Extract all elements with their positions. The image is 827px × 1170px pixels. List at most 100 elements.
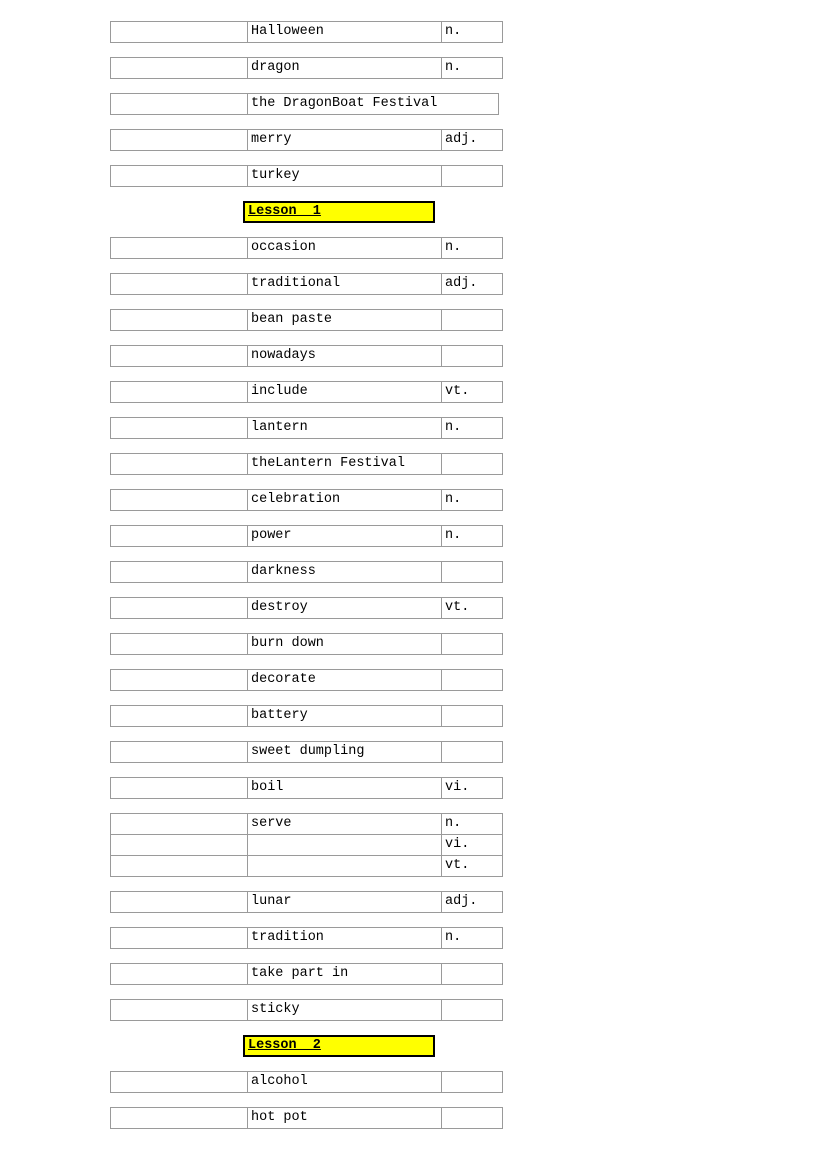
blank-cell[interactable] [110,561,248,583]
blank-cell[interactable] [110,57,248,79]
blank-cell[interactable] [110,237,248,259]
word-entry-serve: serve n. vi. vt. [110,813,503,877]
part-of-speech-cell: n. [441,927,503,949]
table-row: vt. [110,855,503,877]
word-entry-hot-pot: hot pot [110,1107,503,1129]
table-row: celebration n. [110,489,503,511]
word-cell: celebration [247,489,442,511]
part-of-speech-cell [441,309,503,331]
lesson-header-lesson-1: Lesson 1 [0,201,827,223]
word-cell: boil [247,777,442,799]
word-cell: decorate [247,669,442,691]
word-cell: burn down [247,633,442,655]
table-row: lantern n. [110,417,503,439]
table-row: lunar adj. [110,891,503,913]
table-row: Halloween n. [110,21,503,43]
table-row: alcohol [110,1071,503,1093]
word-cell: occasion [247,237,442,259]
blank-cell[interactable] [110,93,248,115]
part-of-speech-cell: vi. [441,834,503,856]
word-cell: sticky [247,999,442,1021]
word-cell: destroy [247,597,442,619]
part-of-speech-cell: vt. [441,855,503,877]
part-of-speech-cell [441,453,503,475]
blank-cell[interactable] [110,741,248,763]
part-of-speech-cell: n. [441,417,503,439]
word-entry-lantern: lantern n. [110,417,503,439]
word-cell: the DragonBoat Festival [247,93,499,115]
part-of-speech-cell: n. [441,21,503,43]
part-of-speech-cell: n. [441,489,503,511]
word-entry-celebration: celebration n. [110,489,503,511]
blank-cell[interactable] [110,345,248,367]
lesson-label: Lesson 1 [248,204,321,219]
table-row: the DragonBoat Festival [110,93,499,115]
word-cell: power [247,525,442,547]
word-entry-sticky: sticky [110,999,503,1021]
part-of-speech-cell [441,705,503,727]
table-row: sweet dumpling [110,741,503,763]
blank-cell[interactable] [110,129,248,151]
table-row: tradition n. [110,927,503,949]
word-entry-take-part-in: take part in [110,963,503,985]
blank-cell[interactable] [110,855,248,877]
blank-cell[interactable] [110,999,248,1021]
lesson-label: Lesson 2 [248,1038,321,1053]
blank-cell[interactable] [110,891,248,913]
word-cell: nowadays [247,345,442,367]
word-cell: Halloween [247,21,442,43]
part-of-speech-cell: adj. [441,273,503,295]
blank-cell[interactable] [110,777,248,799]
blank-cell[interactable] [110,927,248,949]
table-row: boil vi. [110,777,503,799]
part-of-speech-cell: adj. [441,891,503,913]
part-of-speech-cell: vt. [441,381,503,403]
blank-cell[interactable] [110,813,248,835]
blank-cell[interactable] [110,525,248,547]
blank-cell[interactable] [110,597,248,619]
table-row: burn down [110,633,503,655]
blank-cell[interactable] [110,834,248,856]
part-of-speech-cell [441,999,503,1021]
table-row: battery [110,705,503,727]
word-entry-dragonboat: the DragonBoat Festival [110,93,499,115]
blank-cell[interactable] [110,705,248,727]
blank-cell[interactable] [110,417,248,439]
blank-cell[interactable] [110,453,248,475]
table-row: destroy vt. [110,597,503,619]
blank-cell[interactable] [110,489,248,511]
blank-cell[interactable] [110,381,248,403]
table-row: serve n. [110,813,503,835]
table-row: hot pot [110,1107,503,1129]
word-cell: traditional [247,273,442,295]
blank-cell[interactable] [110,633,248,655]
blank-cell[interactable] [110,963,248,985]
word-entry-include: include vt. [110,381,503,403]
word-cell: bean paste [247,309,442,331]
blank-cell[interactable] [110,1107,248,1129]
word-cell: turkey [247,165,442,187]
part-of-speech-cell [441,963,503,985]
blank-cell[interactable] [110,165,248,187]
table-row: sticky [110,999,503,1021]
word-cell: lunar [247,891,442,913]
blank-cell[interactable] [110,309,248,331]
part-of-speech-cell: n. [441,813,503,835]
word-entry-destroy: destroy vt. [110,597,503,619]
word-entry-turkey: turkey [110,165,503,187]
word-cell: alcohol [247,1071,442,1093]
table-row: traditional adj. [110,273,503,295]
word-entry-merry: merry adj. [110,129,503,151]
blank-cell[interactable] [110,273,248,295]
part-of-speech-cell [441,633,503,655]
part-of-speech-cell [441,741,503,763]
blank-cell[interactable] [110,21,248,43]
lesson-banner: Lesson 1 [243,201,435,223]
table-row: merry adj. [110,129,503,151]
part-of-speech-cell [441,1107,503,1129]
part-of-speech-cell: vi. [441,777,503,799]
word-entry-halloween: Halloween n. [110,21,503,43]
blank-cell[interactable] [110,1071,248,1093]
part-of-speech-cell [441,345,503,367]
blank-cell[interactable] [110,669,248,691]
